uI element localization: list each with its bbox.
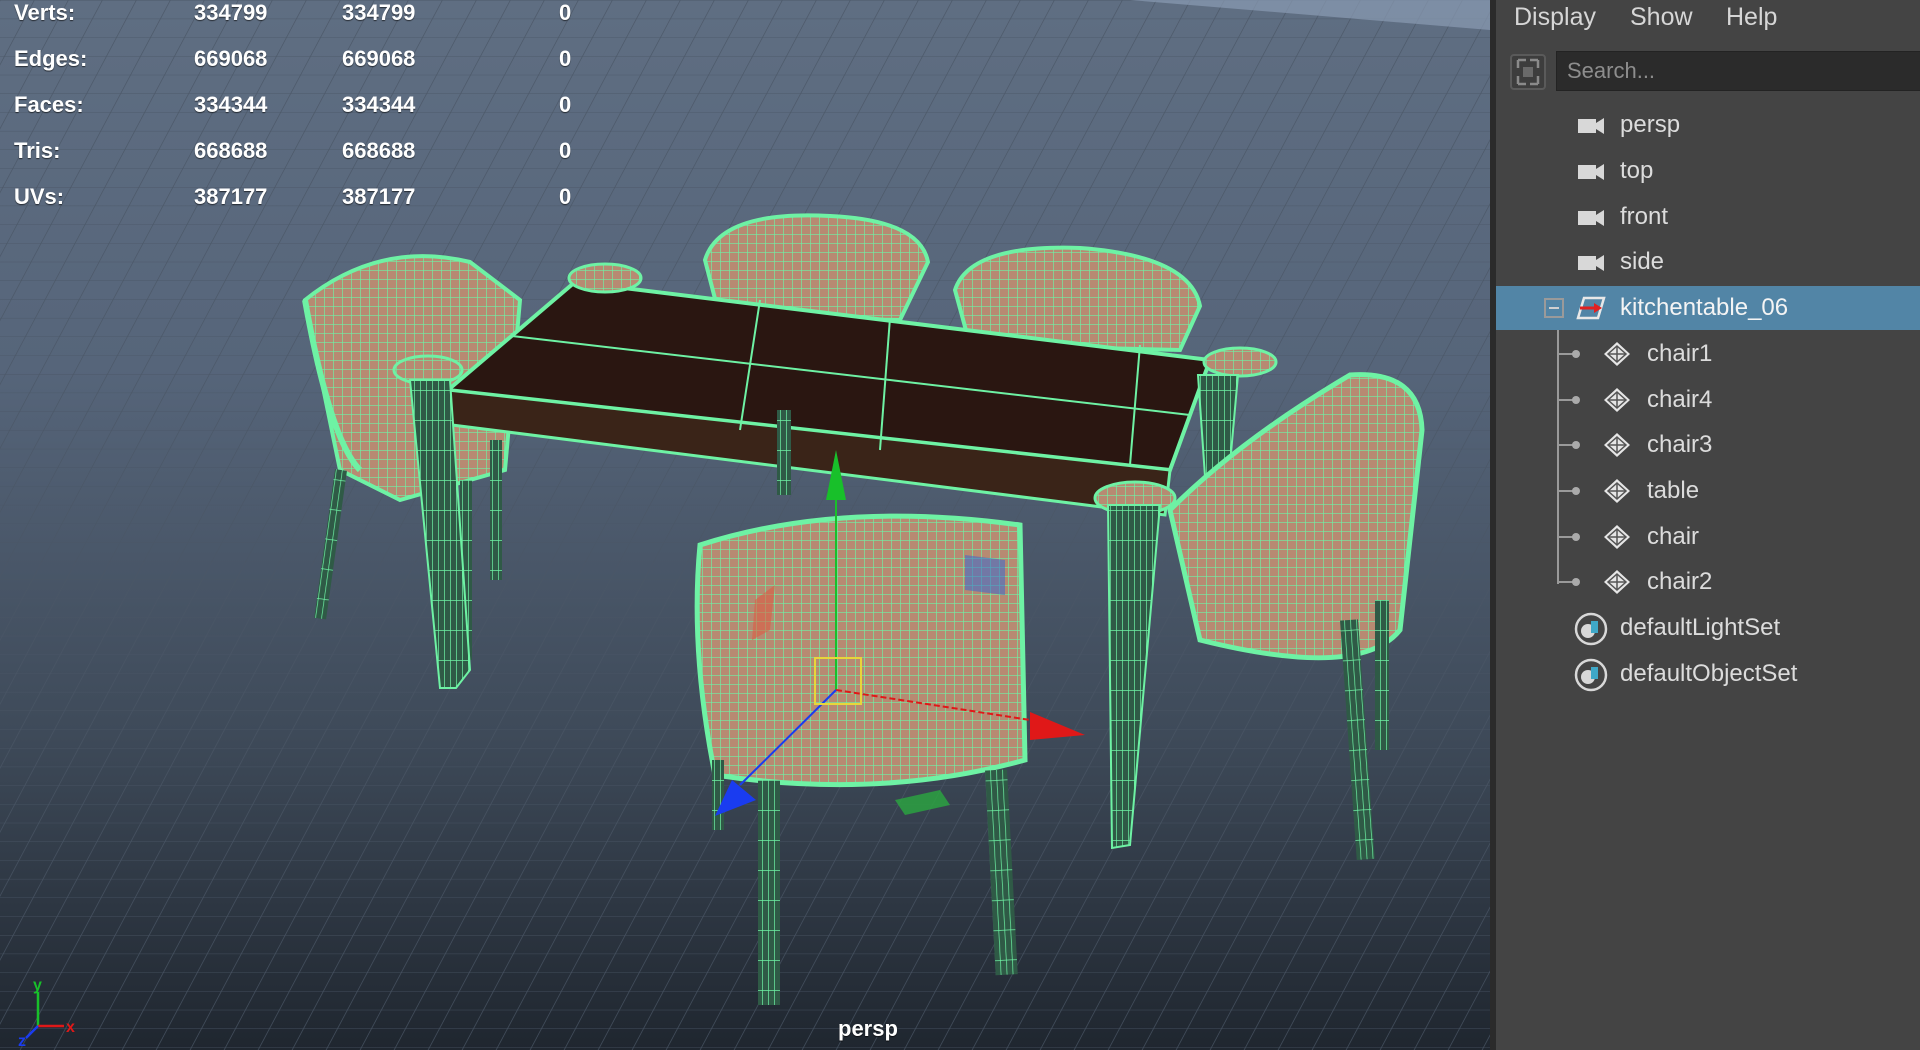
mesh-icon [1604, 388, 1630, 412]
hud-row-faces: Faces: 334344 334344 0 [0, 92, 600, 138]
outliner-item-defaultLightSet[interactable]: defaultLightSet [1496, 606, 1920, 650]
outliner-item-label: chair4 [1647, 386, 1713, 413]
axis-y-label: y [33, 977, 42, 994]
outliner-search-row [1496, 48, 1920, 96]
outliner-menubar: Display Show Help [1496, 0, 1920, 36]
hud-value: 334344 [194, 92, 268, 117]
hud-row-edges: Edges: 669068 669068 0 [0, 46, 600, 92]
outliner-search-input[interactable] [1556, 51, 1920, 91]
hud-value: 334344 [342, 92, 416, 117]
hud-value: 0 [559, 184, 572, 209]
hud-label: Verts: [14, 0, 76, 25]
mesh-icon [1604, 525, 1630, 549]
maya-window: Verts: 334799 334799 0 Edges: 669068 669… [0, 0, 1920, 1050]
outliner-panel: Display Show Help persp top fr [1496, 0, 1920, 1050]
outliner-item-chair4[interactable]: chair4 [1496, 378, 1920, 422]
outliner-item-label: top [1620, 157, 1654, 184]
mesh-icon [1604, 342, 1630, 366]
set-icon [1574, 612, 1608, 646]
hud-label: Faces: [14, 92, 84, 117]
outliner-item-label: side [1620, 248, 1665, 275]
outliner-item-label: front [1620, 203, 1669, 230]
tree-dot [1572, 578, 1580, 586]
outliner-item-defaultObjectSet[interactable]: defaultObjectSet [1496, 652, 1920, 696]
outliner-item-persp[interactable]: persp [1496, 103, 1920, 147]
tree-dot [1572, 350, 1580, 358]
outliner-item-chair[interactable]: chair [1496, 515, 1920, 559]
outliner-item-label: persp [1620, 111, 1681, 138]
camera-icon [1578, 255, 1604, 271]
collapse-toggle-icon[interactable] [1544, 298, 1564, 318]
outliner-item-label: kitchentable_06 [1620, 294, 1789, 321]
outliner-item-label: chair1 [1647, 340, 1713, 367]
outliner-item-label: chair [1647, 523, 1700, 550]
tree-dot [1572, 533, 1580, 541]
search-options-icon[interactable] [1510, 54, 1546, 90]
hud-value: 669068 [194, 46, 268, 71]
hud-value: 334799 [194, 0, 268, 25]
tree-dot [1572, 396, 1580, 404]
hud-row-verts: Verts: 334799 334799 0 [0, 0, 600, 46]
tree-dot [1572, 441, 1580, 449]
outliner-item-label: defaultObjectSet [1620, 660, 1798, 687]
outliner-item-chair3[interactable]: chair3 [1496, 423, 1920, 467]
hud-row-tris: Tris: 668688 668688 0 [0, 138, 600, 184]
outliner-item-chair2[interactable]: chair2 [1496, 560, 1920, 604]
hud-value: 669068 [342, 46, 416, 71]
outliner-item-label: defaultLightSet [1620, 614, 1781, 641]
axis-z-label: z [18, 1033, 26, 1046]
group-transform-icon [1576, 296, 1606, 320]
outliner-item-label: table [1647, 477, 1700, 504]
hud-label: UVs: [14, 184, 65, 209]
outliner-item-label: chair2 [1647, 568, 1713, 595]
hud-value: 387177 [342, 184, 416, 209]
hud-row-uvs: UVs: 387177 387177 0 [0, 184, 600, 230]
mesh-icon [1604, 570, 1630, 594]
menu-display[interactable]: Display [1514, 0, 1596, 36]
camera-icon [1578, 164, 1604, 180]
camera-icon [1578, 118, 1604, 134]
menu-help[interactable]: Help [1726, 0, 1777, 36]
outliner-item-label: chair3 [1647, 431, 1713, 458]
hud-value: 387177 [194, 184, 268, 209]
hud-value: 0 [559, 46, 572, 71]
mesh-icon [1604, 479, 1630, 503]
view-axis-icon: y x z [18, 977, 75, 1046]
camera-name-label: persp [838, 1016, 898, 1041]
outliner-item-top[interactable]: top [1496, 149, 1920, 193]
hud-value: 0 [559, 92, 572, 117]
mesh-icon [1604, 433, 1630, 457]
hud-value: 668688 [342, 138, 416, 163]
outliner-item-table[interactable]: table [1496, 469, 1920, 513]
hud-label: Tris: [14, 138, 61, 163]
hud-value: 0 [559, 138, 572, 163]
viewport-persp[interactable]: Verts: 334799 334799 0 Edges: 669068 669… [0, 0, 1490, 1050]
hud-label: Edges: [14, 46, 88, 71]
menu-show[interactable]: Show [1630, 0, 1693, 36]
hud-value: 0 [559, 0, 572, 25]
outliner-item-front[interactable]: front [1496, 195, 1920, 239]
camera-icon [1578, 210, 1604, 226]
outliner-item-chair1[interactable]: chair1 [1496, 332, 1920, 376]
set-icon [1574, 658, 1608, 692]
outliner-item-kitchentable_06[interactable]: kitchentable_06 [1496, 286, 1920, 330]
tree-dot [1572, 487, 1580, 495]
hud-value: 668688 [194, 138, 268, 163]
outliner-item-side[interactable]: side [1496, 240, 1920, 284]
hud-value: 334799 [342, 0, 416, 25]
axis-x-label: x [66, 1019, 75, 1036]
